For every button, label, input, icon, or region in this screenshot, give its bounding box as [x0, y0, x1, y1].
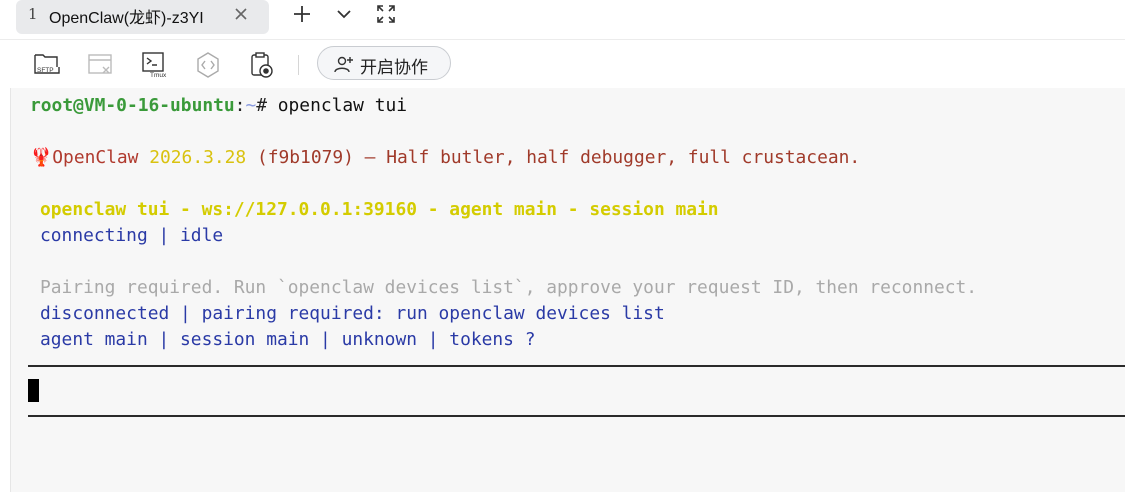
lobster-emoji: 🦞 [30, 147, 53, 168]
add-tab-icon[interactable] [292, 4, 312, 24]
fullscreen-icon[interactable] [376, 4, 396, 24]
disabled-window-icon[interactable] [87, 51, 115, 79]
chevron-down-icon[interactable] [334, 4, 354, 24]
banner-version: 2026.3.28 [149, 147, 247, 168]
prompt-user: root@VM-0-16-ubuntu [30, 95, 235, 116]
input-bottom-border [28, 415, 1125, 417]
session-tab[interactable]: 1 OpenClaw(龙虾)-z3YI [16, 0, 269, 34]
tmux-label: Tmux [150, 72, 167, 79]
toolbar-divider [298, 55, 299, 75]
add-user-icon [334, 56, 353, 73]
collab-label: 开启协作 [360, 58, 428, 77]
tab-title: OpenClaw(龙虾)-z3YI [49, 10, 204, 27]
sftp-icon[interactable]: SFTP [33, 51, 61, 79]
prompt-path: ~ [245, 95, 257, 116]
start-collaboration-button[interactable]: 开启协作 [317, 46, 451, 80]
tab-number: 1 [28, 5, 38, 23]
sftp-label: SFTP [37, 67, 54, 74]
command-text: openclaw tui [277, 95, 408, 116]
status-header: openclaw tui - ws://127.0.0.1:39160 - ag… [40, 199, 719, 220]
input-top-border [28, 365, 1125, 367]
connection-status: connecting | idle [40, 225, 224, 246]
prompt-separator: : [234, 95, 246, 116]
banner-name: OpenClaw [52, 147, 139, 168]
prompt-line: root@VM-0-16-ubuntu:~# openclaw tui [30, 96, 407, 116]
banner-tagline: (f9b1079) — Half butler, half debugger, … [256, 147, 861, 168]
tmux-icon[interactable]: Tmux [141, 51, 169, 79]
clipboard-record-icon[interactable] [248, 51, 276, 79]
disconnected-status: disconnected | pairing required: run ope… [40, 303, 665, 324]
close-icon[interactable] [232, 5, 250, 23]
toolbar: SFTP Tmux 开启协作 [0, 40, 1125, 88]
footer-status: agent main | session main | unknown | to… [40, 329, 536, 350]
shield-code-icon[interactable] [194, 51, 222, 79]
prompt-hash: # [256, 95, 278, 116]
terminal-cursor[interactable] [28, 379, 39, 402]
tab-bar: 1 OpenClaw(龙虾)-z3YI [0, 0, 1125, 40]
banner-line: 🦞OpenClaw 2026.3.28 (f9b1079) — Half but… [30, 148, 860, 168]
pairing-message: Pairing required. Run `openclaw devices … [40, 277, 978, 298]
